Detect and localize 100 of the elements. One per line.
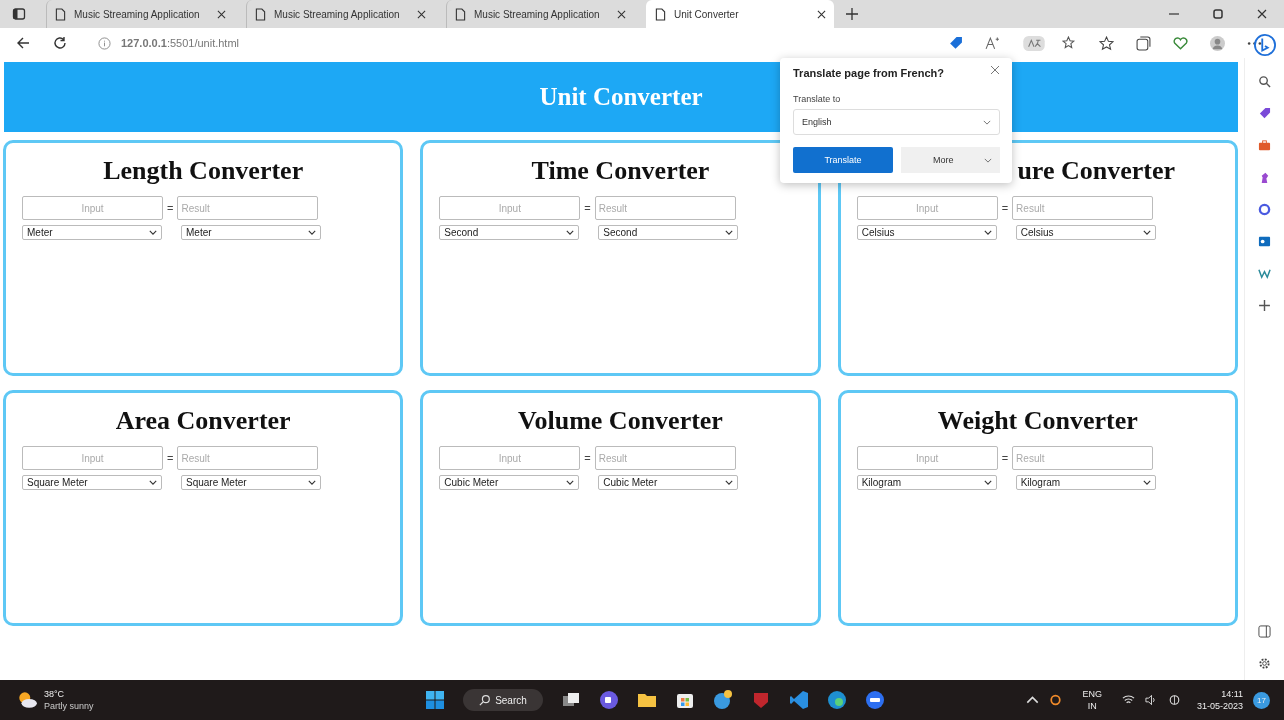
language-indicator[interactable]: ENG IN bbox=[1082, 688, 1102, 712]
tag-icon[interactable] bbox=[1258, 107, 1271, 120]
chat-icon[interactable] bbox=[598, 690, 619, 710]
clock[interactable]: 14:11 31-05-2023 bbox=[1196, 688, 1243, 712]
restore-icon[interactable] bbox=[1213, 9, 1223, 19]
search-icon[interactable] bbox=[1258, 75, 1271, 88]
input-field[interactable]: Input bbox=[856, 196, 998, 220]
chevron-down-icon bbox=[308, 480, 316, 485]
close-icon[interactable] bbox=[217, 9, 226, 19]
close-icon[interactable] bbox=[417, 9, 426, 19]
page-icon bbox=[455, 7, 466, 21]
unit-dropdown[interactable]: Meter bbox=[181, 225, 321, 240]
result-field[interactable]: Result bbox=[594, 446, 736, 470]
converter-title: Time Converter bbox=[530, 156, 711, 186]
unit-dropdown[interactable]: Square Meter bbox=[181, 475, 321, 490]
profile-icon[interactable] bbox=[1210, 35, 1225, 51]
close-icon[interactable] bbox=[817, 9, 826, 19]
unit-dropdown[interactable]: Cubic Meter bbox=[598, 475, 739, 490]
unit-dropdown[interactable]: Meter bbox=[22, 225, 162, 240]
result-field[interactable]: Result bbox=[1012, 446, 1154, 470]
translate-icon[interactable] bbox=[1022, 35, 1046, 51]
unit-dropdown[interactable]: Kilogram bbox=[1015, 475, 1156, 490]
unit-dropdown[interactable]: Celsius bbox=[856, 225, 997, 240]
converter-title: Weight Converter bbox=[936, 406, 1139, 436]
copilot-icon[interactable] bbox=[1253, 34, 1276, 56]
input-field[interactable]: Input bbox=[22, 446, 163, 470]
input-field[interactable]: Input bbox=[439, 446, 581, 470]
unit-dropdown[interactable]: Second bbox=[439, 225, 580, 240]
sidebar-icon[interactable] bbox=[1258, 625, 1271, 638]
input-field[interactable]: Input bbox=[439, 196, 581, 220]
chevron-down-icon bbox=[983, 119, 991, 125]
equals-sign: = bbox=[1001, 202, 1009, 214]
unit-dropdown[interactable]: Celsius bbox=[1015, 225, 1156, 240]
chevron-down-icon bbox=[566, 480, 575, 485]
equals-sign: = bbox=[167, 202, 174, 214]
help-icon[interactable] bbox=[712, 690, 733, 710]
translate-button[interactable]: Translate bbox=[793, 147, 893, 173]
more-button[interactable]: More bbox=[901, 147, 1000, 173]
star-plus-icon[interactable] bbox=[1062, 35, 1077, 51]
converter-title: Area Converter bbox=[114, 406, 292, 436]
tab-title: Unit Converter bbox=[674, 8, 740, 20]
unit-dropdown[interactable]: Second bbox=[598, 225, 739, 240]
tab-title: Music Streaming Application bbox=[74, 8, 201, 20]
ring-icon[interactable] bbox=[1258, 203, 1271, 216]
tab-title: Music Streaming Application bbox=[474, 8, 601, 20]
back-icon[interactable] bbox=[16, 36, 30, 50]
unit-dropdown[interactable]: Cubic Meter bbox=[439, 475, 580, 490]
search-icon bbox=[479, 694, 492, 706]
close-icon[interactable] bbox=[1257, 9, 1267, 19]
page-icon bbox=[55, 7, 66, 21]
equals-sign: = bbox=[584, 452, 591, 464]
code-editor-icon[interactable] bbox=[788, 690, 809, 710]
equals-sign: = bbox=[584, 202, 591, 214]
equals-sign: = bbox=[1001, 452, 1009, 464]
unit-dropdown[interactable]: Square Meter bbox=[22, 475, 162, 490]
result-field[interactable]: Result bbox=[177, 446, 319, 470]
taskbar-search[interactable]: Search bbox=[463, 689, 543, 711]
input-field[interactable]: Input bbox=[22, 196, 163, 220]
zoom-icon[interactable] bbox=[864, 690, 885, 710]
add-icon[interactable] bbox=[1258, 299, 1271, 312]
chevron-down-icon bbox=[566, 230, 575, 235]
toolbox-icon[interactable] bbox=[1258, 139, 1271, 152]
start-icon[interactable] bbox=[425, 690, 446, 710]
chevron-down-icon bbox=[1142, 230, 1151, 235]
close-icon[interactable] bbox=[617, 9, 626, 19]
search-label: Search bbox=[495, 694, 527, 706]
result-field[interactable]: Result bbox=[594, 196, 736, 220]
input-field[interactable]: Input bbox=[856, 446, 998, 470]
converter-title: ure Converter bbox=[1017, 156, 1175, 186]
settings-icon[interactable] bbox=[1258, 657, 1271, 670]
popup-title: Translate page from French? bbox=[793, 67, 944, 79]
chevron-down-icon bbox=[725, 480, 734, 485]
address-field[interactable]: 127.0.0.1:5501/unit.html bbox=[90, 33, 406, 53]
new-tab-icon[interactable] bbox=[846, 8, 858, 20]
chevron-down-icon bbox=[308, 230, 316, 235]
collections-icon[interactable] bbox=[1136, 35, 1151, 51]
tag-icon[interactable] bbox=[948, 35, 963, 51]
heart-icon[interactable] bbox=[1173, 35, 1188, 51]
info-icon bbox=[98, 36, 111, 50]
tab-actions-icon[interactable] bbox=[12, 7, 26, 21]
outlook-icon[interactable] bbox=[1258, 235, 1271, 248]
weather-icon[interactable] bbox=[16, 689, 38, 711]
result-field[interactable]: Result bbox=[177, 196, 319, 220]
browser-tab[interactable]: Unit Converter bbox=[646, 0, 834, 28]
refresh-icon[interactable] bbox=[53, 36, 67, 50]
chevron-up-icon[interactable] bbox=[1026, 694, 1040, 706]
speaker-icon[interactable] bbox=[1144, 694, 1158, 706]
chevron-down-icon bbox=[983, 480, 992, 485]
unit-dropdown[interactable]: Kilogram bbox=[856, 475, 997, 490]
favorites-icon[interactable] bbox=[1099, 35, 1114, 51]
temperature-text: 38°C bbox=[44, 688, 66, 700]
field-label: Translate to bbox=[793, 94, 842, 104]
language-dropdown[interactable]: English bbox=[793, 109, 1000, 135]
page-icon bbox=[655, 7, 666, 21]
equals-sign: = bbox=[167, 452, 174, 464]
browser-icon[interactable] bbox=[826, 690, 847, 710]
wifi-icon[interactable] bbox=[1121, 694, 1135, 706]
chevron-down-icon bbox=[984, 157, 992, 163]
result-field[interactable]: Result bbox=[1012, 196, 1154, 220]
read-aloud-icon[interactable] bbox=[985, 35, 1000, 51]
